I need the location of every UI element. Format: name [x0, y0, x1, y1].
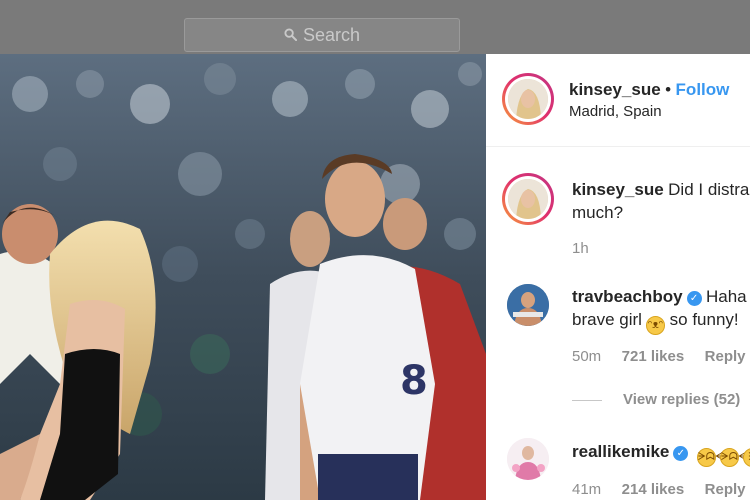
- commenter-username[interactable]: travbeachboy: [572, 287, 683, 306]
- svg-text:8: 8: [400, 358, 428, 404]
- post-location[interactable]: Madrid, Spain: [569, 103, 662, 120]
- caption-text-line-2: much?: [572, 203, 624, 222]
- search-input[interactable]: Search: [184, 18, 460, 52]
- comment-2-time[interactable]: 41m: [572, 481, 601, 498]
- post-header: kinsey_sue • Follow Madrid, Spain: [486, 54, 750, 147]
- caption-time[interactable]: 1h: [572, 240, 589, 257]
- tears-of-joy-emoji-icon: ᗒᗣᗕ: [719, 448, 746, 467]
- view-replies-button[interactable]: View replies (52): [623, 391, 740, 408]
- comment-text: Haha: [706, 287, 747, 306]
- commenter-avatar[interactable]: [507, 284, 549, 326]
- comment-text-line-2-end: so funny!: [669, 310, 739, 329]
- grinning-cat-emoji-icon: ᵔᴥᵔ: [645, 316, 665, 335]
- commenter-2-username[interactable]: reallikemike: [572, 442, 669, 461]
- caption-line-1: kinsey_sue Did I distra: [572, 180, 749, 200]
- author-username[interactable]: kinsey_sue: [569, 80, 661, 99]
- comment-time[interactable]: 50m: [572, 348, 601, 365]
- post-panel: kinsey_sue • Follow Madrid, Spain kinsey…: [486, 54, 750, 500]
- tears-of-joy-emoji-icon: ᗒᗣᗕ: [696, 448, 723, 467]
- commenter-avatar-2[interactable]: [507, 438, 549, 480]
- post-photo[interactable]: 8: [0, 54, 486, 500]
- comment-likes[interactable]: 721 likes: [622, 348, 685, 365]
- separator-dot: •: [665, 80, 672, 99]
- verified-badge-icon: ✓: [686, 291, 702, 306]
- comment-line-1: travbeachboy ✓ Haha: [572, 287, 747, 307]
- comment-meta: 50m 721 likes Reply: [572, 348, 746, 366]
- comment-line-2: brave girl ᵔᴥᵔ so funny!: [572, 310, 739, 335]
- follow-button[interactable]: Follow: [676, 80, 730, 99]
- replies-divider: [572, 400, 602, 401]
- comment-2-meta: 41m 214 likes Reply: [572, 481, 746, 499]
- reply-button-2[interactable]: Reply: [705, 481, 746, 498]
- search-placeholder: Search: [302, 24, 361, 45]
- author-avatar[interactable]: [502, 73, 554, 125]
- top-bar: Search: [0, 0, 750, 54]
- verified-badge-icon: ✓: [673, 446, 689, 461]
- comment-2-likes[interactable]: 214 likes: [622, 481, 685, 498]
- caption-username[interactable]: kinsey_sue: [572, 180, 664, 199]
- author-line: kinsey_sue • Follow: [569, 80, 729, 100]
- caption-avatar[interactable]: [502, 173, 554, 225]
- comment-text-line-2: brave girl: [572, 310, 642, 329]
- caption-text: Did I distra: [668, 180, 750, 199]
- comment-2-line-1: reallikemike✓ ᗒᗣᗕᗒᗣᗕᗒ: [572, 442, 750, 467]
- search-icon: [284, 25, 298, 46]
- reply-button[interactable]: Reply: [705, 348, 746, 365]
- tears-of-joy-emoji-icon: ᗒ: [742, 448, 750, 467]
